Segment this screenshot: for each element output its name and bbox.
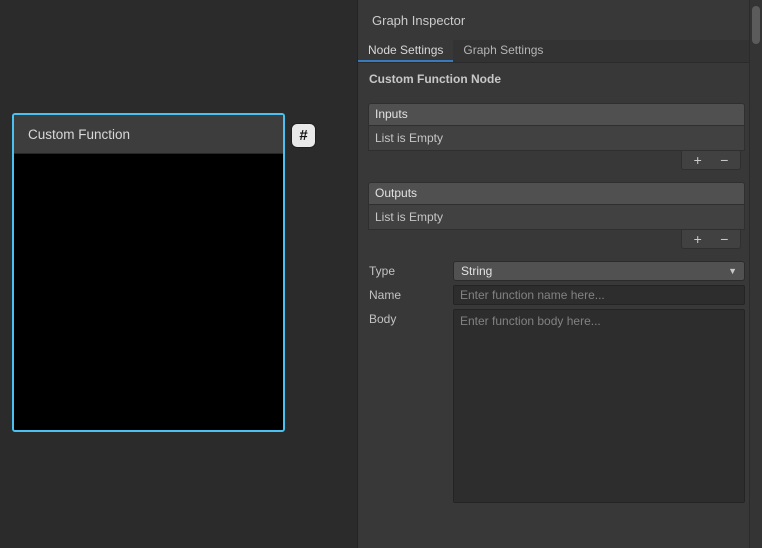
tab-graph-settings[interactable]: Graph Settings: [453, 40, 553, 62]
inputs-list: Inputs List is Empty + −: [368, 103, 745, 170]
inputs-list-header: Inputs: [368, 103, 745, 125]
graph-inspector-panel: Graph Inspector Node Settings Graph Sett…: [357, 0, 762, 548]
custom-function-node[interactable]: Custom Function: [12, 113, 285, 432]
node-body: [14, 154, 283, 430]
node-settings-heading: Custom Function Node: [369, 72, 745, 86]
shader-graph-canvas[interactable]: Custom Function # Graph Inspector Node S…: [0, 0, 762, 548]
tab-node-settings[interactable]: Node Settings: [358, 40, 453, 62]
inspector-scrollbar[interactable]: [749, 0, 762, 548]
inspector-content: Custom Function Node Inputs List is Empt…: [368, 64, 745, 548]
inputs-empty-row: List is Empty: [368, 125, 745, 151]
function-name-input[interactable]: [453, 285, 745, 305]
inspector-title: Graph Inspector: [372, 13, 465, 28]
outputs-add-button[interactable]: +: [687, 231, 709, 248]
name-field-row: Name: [368, 285, 745, 305]
inspector-header: Graph Inspector: [358, 0, 762, 40]
inspector-tabbar: Node Settings Graph Settings: [358, 40, 762, 63]
outputs-remove-button[interactable]: −: [713, 231, 735, 248]
chevron-down-icon: ▼: [728, 266, 737, 276]
outputs-list-footer: + −: [368, 230, 745, 249]
type-dropdown-value: String: [461, 264, 492, 278]
type-label: Type: [368, 264, 453, 278]
function-body-textarea[interactable]: [453, 309, 745, 503]
type-field-row: Type String ▼: [368, 261, 745, 281]
inputs-add-button[interactable]: +: [687, 152, 709, 169]
node-title: Custom Function: [14, 115, 283, 154]
outputs-list: Outputs List is Empty + −: [368, 182, 745, 249]
body-field-row: Body: [368, 309, 745, 503]
outputs-empty-row: List is Empty: [368, 204, 745, 230]
inputs-list-footer: + −: [368, 151, 745, 170]
body-label: Body: [368, 309, 453, 326]
type-dropdown[interactable]: String ▼: [453, 261, 745, 281]
outputs-list-header: Outputs: [368, 182, 745, 204]
name-label: Name: [368, 288, 453, 302]
scrollbar-thumb[interactable]: [752, 6, 760, 44]
hash-badge-icon[interactable]: #: [292, 124, 315, 147]
inputs-remove-button[interactable]: −: [713, 152, 735, 169]
